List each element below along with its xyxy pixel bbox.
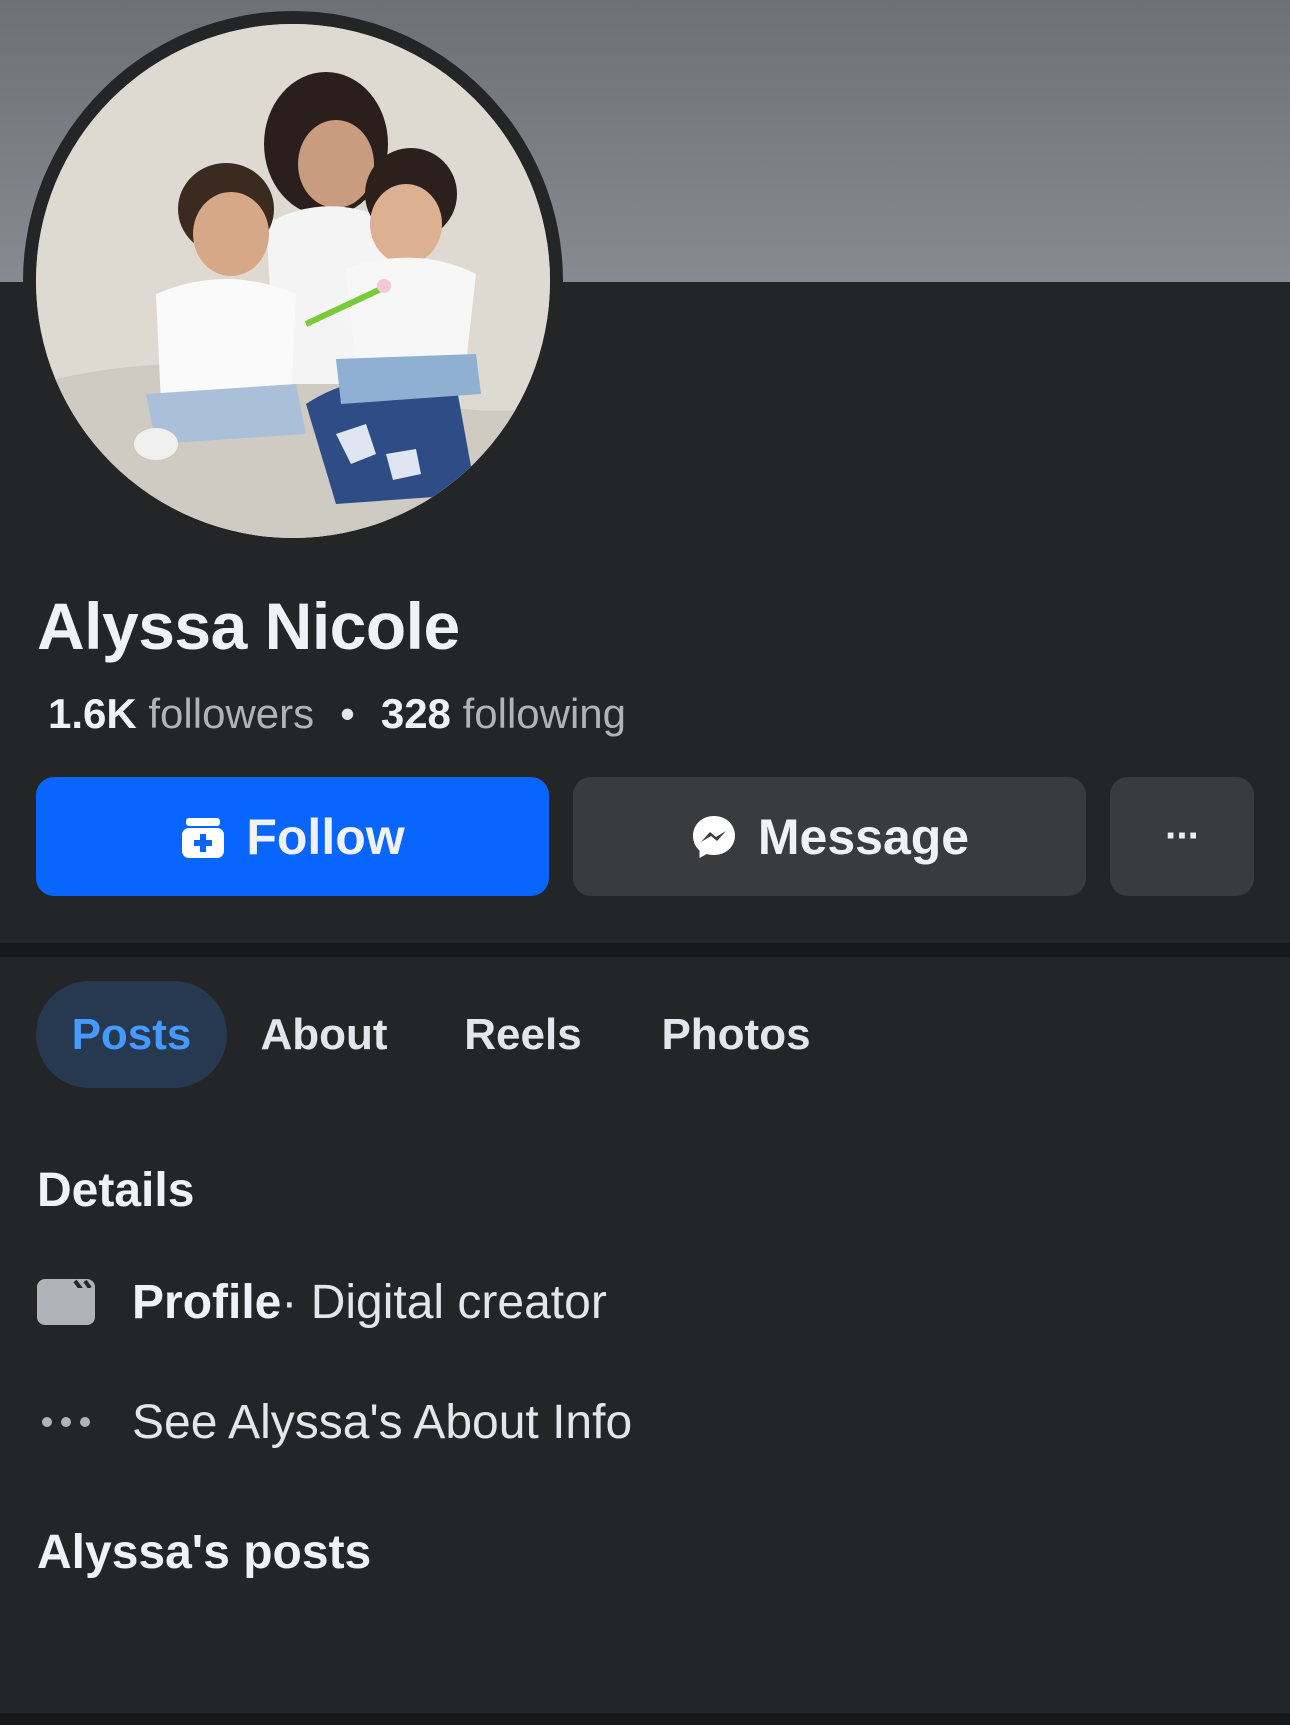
follow-stats: 1.6K followers • 328 following bbox=[48, 690, 626, 738]
detail-category: Profile · Digital creator bbox=[37, 1262, 607, 1342]
follow-label: Follow bbox=[246, 808, 405, 865]
category-title: Profile bbox=[132, 1275, 282, 1329]
messenger-icon bbox=[690, 813, 738, 861]
details-heading: Details bbox=[37, 1164, 195, 1217]
followers-label[interactable]: followers bbox=[148, 690, 314, 737]
section-divider bbox=[0, 943, 1290, 957]
following-label[interactable]: following bbox=[463, 690, 626, 737]
tab-reels[interactable]: Reels bbox=[460, 981, 586, 1088]
profile-name: Alyssa Nicole bbox=[37, 589, 460, 663]
posts-heading: Alyssa's posts bbox=[37, 1526, 372, 1579]
about-info-link[interactable]: See Alyssa's About Info bbox=[37, 1382, 632, 1462]
more-dots-icon bbox=[37, 1416, 95, 1428]
follow-button[interactable]: Follow bbox=[36, 777, 549, 896]
bottom-divider bbox=[0, 1713, 1290, 1725]
tab-about[interactable]: About bbox=[254, 981, 394, 1088]
category-value: · Digital creator bbox=[281, 1275, 607, 1329]
more-icon: ··· bbox=[1165, 814, 1201, 858]
profile-photo-image bbox=[36, 24, 550, 538]
followers-count[interactable]: 1.6K bbox=[48, 690, 137, 737]
follow-icon bbox=[180, 814, 226, 860]
about-info-label: See Alyssa's About Info bbox=[132, 1395, 633, 1449]
profile-picture[interactable] bbox=[36, 24, 550, 538]
more-button[interactable]: ··· bbox=[1110, 777, 1254, 896]
clapperboard-icon bbox=[37, 1279, 95, 1325]
message-button[interactable]: Message bbox=[573, 777, 1086, 896]
tab-posts[interactable]: Posts bbox=[36, 981, 227, 1088]
stats-separator: • bbox=[340, 690, 355, 737]
tab-photos[interactable]: Photos bbox=[656, 981, 816, 1088]
following-count[interactable]: 328 bbox=[381, 690, 451, 737]
message-label: Message bbox=[757, 808, 970, 865]
